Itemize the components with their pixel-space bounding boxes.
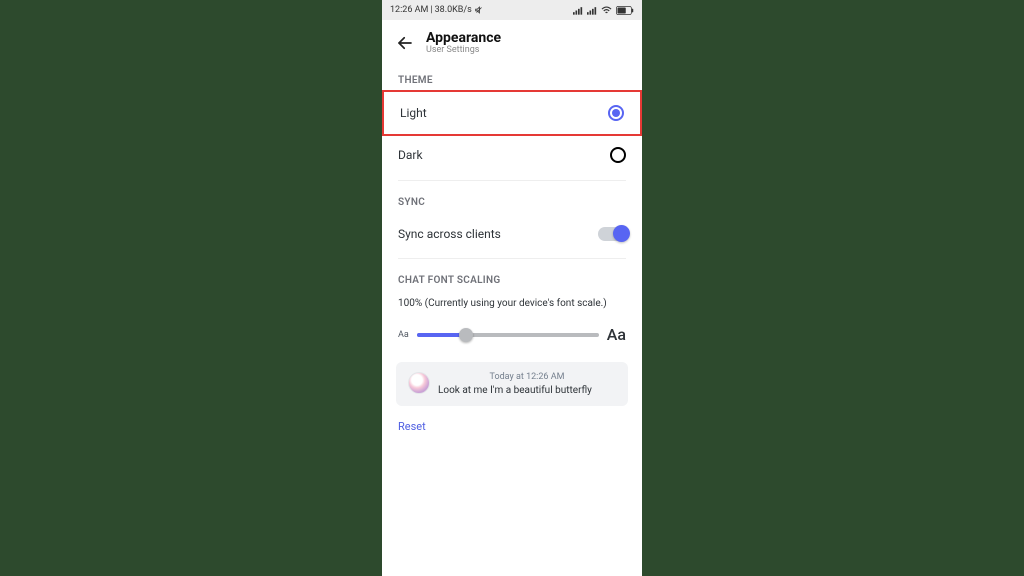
sync-across-clients-row[interactable]: Sync across clients xyxy=(382,214,642,254)
battery-icon xyxy=(616,6,634,15)
theme-section-label: THEME xyxy=(382,63,642,92)
signal-icon-2 xyxy=(587,6,597,15)
divider xyxy=(398,258,626,259)
signal-icon xyxy=(573,6,583,15)
page-header: Appearance User Settings xyxy=(382,20,642,63)
theme-option-light[interactable]: Light xyxy=(382,90,642,136)
theme-option-label: Dark xyxy=(398,148,423,162)
sync-toggle[interactable] xyxy=(598,227,626,241)
font-scale-value: 100% (Currently using your device's font… xyxy=(382,292,642,321)
back-icon[interactable] xyxy=(396,34,414,52)
font-size-small-icon: Aa xyxy=(398,330,409,340)
status-bar: 12:26 AM | 38.0KB/s xyxy=(382,0,642,20)
font-scaling-section-label: CHAT FONT SCALING xyxy=(382,263,642,292)
status-time: 12:26 AM xyxy=(390,5,428,15)
preview-timestamp: Today at 12:26 AM xyxy=(438,372,616,382)
mute-icon xyxy=(474,5,484,15)
sync-option-label: Sync across clients xyxy=(398,227,501,241)
radio-selected-icon xyxy=(608,105,624,121)
radio-unselected-icon xyxy=(610,147,626,163)
status-speed: 38.0KB/s xyxy=(435,5,472,15)
chat-preview-card: Today at 12:26 AM Look at me I'm a beaut… xyxy=(396,362,628,406)
theme-option-dark[interactable]: Dark xyxy=(382,134,642,176)
wifi-icon xyxy=(601,6,612,15)
page-subtitle: User Settings xyxy=(426,45,501,55)
page-title: Appearance xyxy=(426,30,501,46)
avatar xyxy=(408,372,430,394)
phone-frame: 12:26 AM | 38.0KB/s Appearance User Sett… xyxy=(382,0,642,576)
font-scale-slider-row: Aa Aa xyxy=(382,321,642,356)
font-scale-slider[interactable] xyxy=(417,333,599,337)
font-size-large-icon: Aa xyxy=(607,325,626,344)
divider xyxy=(398,180,626,181)
preview-message: Look at me I'm a beautiful butterfly xyxy=(438,385,616,396)
slider-thumb[interactable] xyxy=(459,328,473,342)
sync-section-label: SYNC xyxy=(382,185,642,214)
reset-button[interactable]: Reset xyxy=(382,414,642,439)
theme-option-label: Light xyxy=(400,106,427,120)
